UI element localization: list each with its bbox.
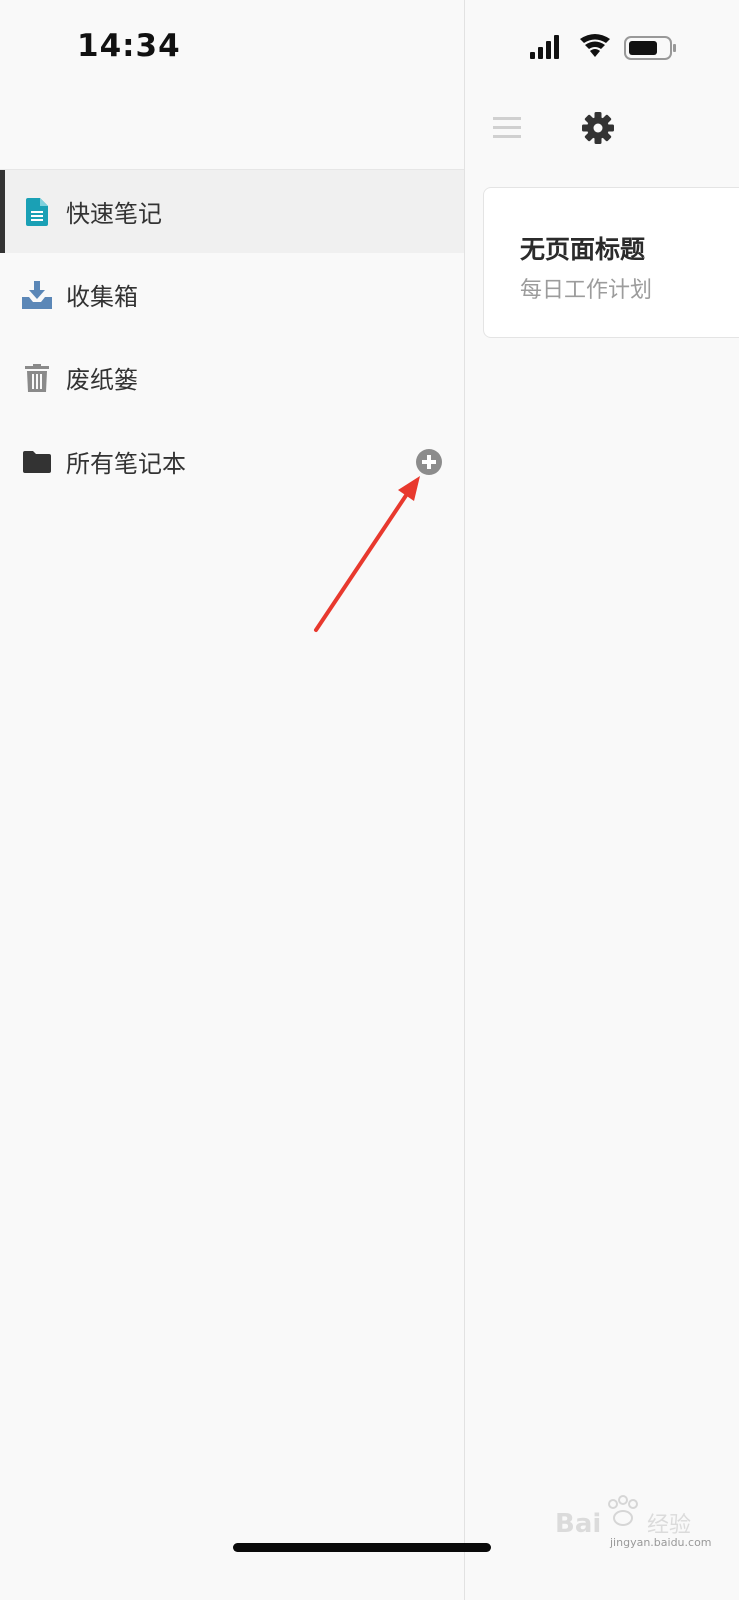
wifi-icon xyxy=(580,34,610,57)
sidebar: 快速笔记 收集箱 废纸篓 所有笔记本 xyxy=(0,0,464,1600)
home-indicator[interactable] xyxy=(233,1543,491,1552)
note-list-panel: 无页面标题 每日工作计划 xyxy=(465,0,739,1600)
gear-icon[interactable] xyxy=(582,112,614,144)
svg-text:Bai: Bai xyxy=(555,1509,601,1539)
svg-text:经验: 经验 xyxy=(647,1513,691,1538)
app-screen: 快速笔记 收集箱 废纸篓 所有笔记本 无页面标题 每日工作计划 14:34 Ba… xyxy=(0,0,739,1600)
hamburger-menu-icon[interactable] xyxy=(493,114,521,142)
signal-icon xyxy=(530,35,559,59)
baidu-watermark-logo: Bai 经验 xyxy=(555,1495,691,1539)
status-icons xyxy=(528,33,688,63)
sidebar-item-label: 所有笔记本 xyxy=(66,450,186,478)
sidebar-item-label: 快速笔记 xyxy=(66,200,162,228)
sidebar-item-trash[interactable]: 废纸篓 xyxy=(0,336,464,419)
trash-icon xyxy=(22,363,52,393)
sidebar-item-quick-notes[interactable]: 快速笔记 xyxy=(0,170,464,253)
sidebar-item-label: 收集箱 xyxy=(66,283,138,311)
sidebar-item-inbox[interactable]: 收集箱 xyxy=(0,253,464,336)
battery-icon xyxy=(624,36,676,60)
document-icon xyxy=(22,197,52,227)
active-indicator xyxy=(0,170,5,253)
note-subtitle: 每日工作计划 xyxy=(520,278,653,303)
plus-circle-icon[interactable] xyxy=(416,448,442,475)
note-card[interactable]: 无页面标题 每日工作计划 xyxy=(483,187,739,338)
sidebar-item-all-notebooks[interactable]: 所有笔记本 xyxy=(0,420,464,503)
folder-icon xyxy=(22,447,52,477)
note-title: 无页面标题 xyxy=(520,235,646,264)
status-time: 14:34 xyxy=(77,28,181,64)
watermark-text: jingyan.baidu.com xyxy=(610,1536,712,1549)
sidebar-item-label: 废纸篓 xyxy=(66,366,138,394)
inbox-download-icon xyxy=(22,280,52,310)
